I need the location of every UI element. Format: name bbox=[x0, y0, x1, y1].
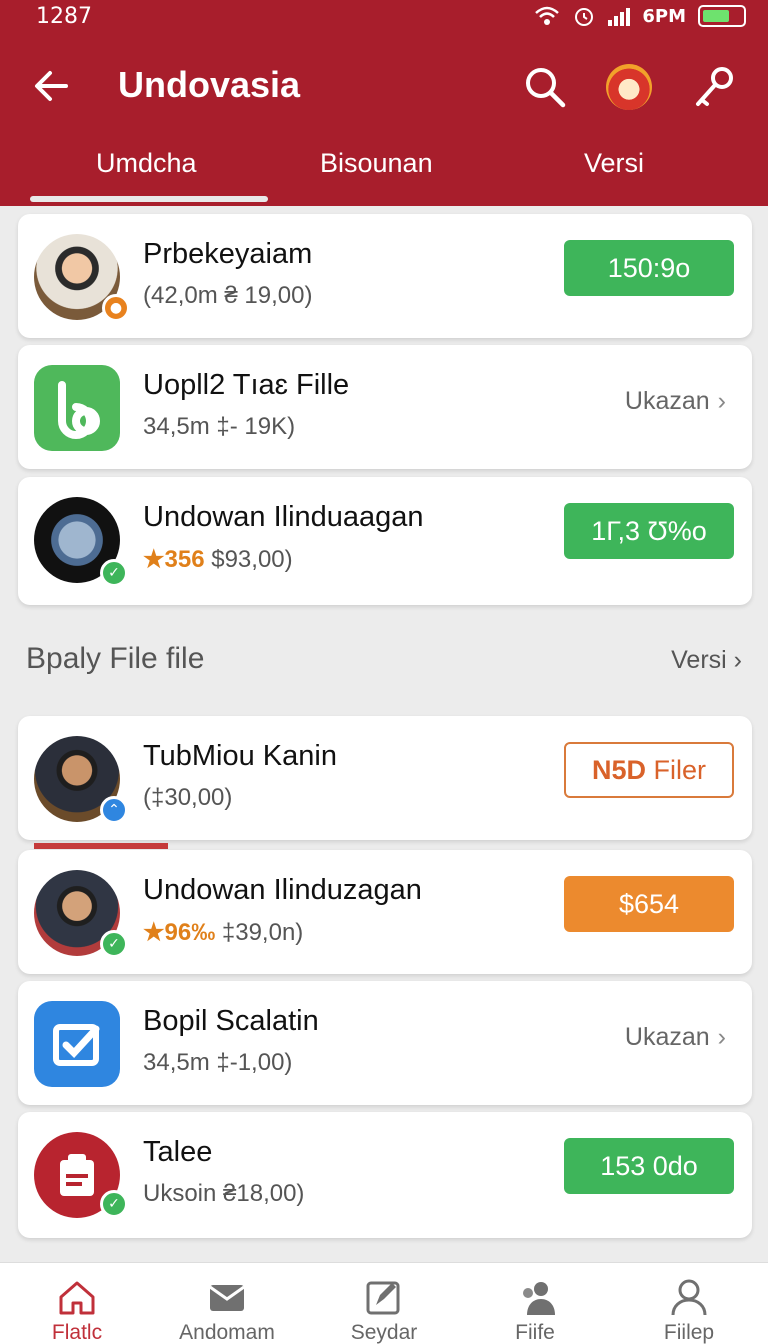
signal-icon bbox=[608, 6, 631, 26]
nav-item-home[interactable]: Flatlc bbox=[2, 1263, 152, 1344]
action-button[interactable]: N5D Filer bbox=[564, 742, 734, 798]
nav-label: Fiilep bbox=[663, 1321, 715, 1344]
item-price: ‡39,0n) bbox=[221, 919, 304, 946]
nav-label: Flatlc bbox=[51, 1321, 103, 1344]
item-subtitle: (‡30,00) bbox=[143, 784, 233, 811]
verified-badge: ✓ bbox=[100, 930, 128, 958]
item-subtitle: 34,5m ‡-1,00) bbox=[143, 1049, 293, 1076]
chevron-right-icon: › bbox=[733, 646, 742, 674]
people-icon bbox=[523, 1282, 555, 1315]
item-subtitle: (42,0m ₴ 19,00) bbox=[143, 282, 313, 309]
item-name: Undowan Ilinduaagan bbox=[143, 501, 424, 533]
nav-label: Andomam bbox=[179, 1321, 275, 1344]
edit-check-icon bbox=[53, 1024, 100, 1066]
nav-label: Fiife bbox=[515, 1321, 555, 1344]
progress-bar bbox=[34, 843, 168, 849]
search-button[interactable] bbox=[522, 64, 568, 110]
status-time: 1287 bbox=[36, 4, 92, 29]
mail-icon bbox=[209, 1285, 245, 1311]
nav-item-fiife[interactable]: Fiife bbox=[460, 1263, 610, 1344]
link-label: Ukazan bbox=[624, 1023, 710, 1051]
key-icon bbox=[696, 67, 733, 106]
nav-label: Seydar bbox=[350, 1321, 418, 1344]
item-price: $93,00) bbox=[211, 546, 293, 573]
button-bold-label: N5D bbox=[591, 755, 646, 785]
list-item[interactable]: ✓ Undowan Ilinduzagan ★96‰ ‡39,0n) $654 bbox=[18, 850, 752, 974]
avatar[interactable] bbox=[606, 64, 652, 110]
search-icon bbox=[526, 68, 566, 108]
item-subtitle: ★356 $93,00) bbox=[143, 545, 293, 574]
person-icon bbox=[671, 1279, 707, 1316]
action-link[interactable]: Ukazan › bbox=[625, 1023, 726, 1052]
nav-item-andomam[interactable]: Andomam bbox=[152, 1263, 302, 1344]
item-subtitle: ★96‰ ‡39,0n) bbox=[143, 918, 303, 947]
list-item[interactable]: ✓ Undowan Ilinduaagan ★356 $93,00) 1Г,3 … bbox=[18, 477, 752, 605]
app-icon bbox=[34, 365, 120, 451]
network-label: 6PM bbox=[642, 5, 686, 27]
action-button[interactable]: 1Г,3 Ʊ%о bbox=[564, 503, 734, 559]
app-icon bbox=[34, 1001, 120, 1087]
item-name: Bopil Scalatin bbox=[143, 1005, 319, 1037]
bottom-navigation: Flatlc Andomam Seydar Fiife Fiilep bbox=[0, 1262, 768, 1344]
edit-icon bbox=[366, 1281, 400, 1315]
home-icon bbox=[59, 1281, 95, 1315]
nav-item-seydar[interactable]: Seydar bbox=[309, 1263, 459, 1344]
link-label: Ukazan bbox=[624, 387, 710, 415]
item-subtitle: 34,5m ‡- 19K) bbox=[143, 413, 296, 440]
tab-bisounan[interactable]: Bisounan bbox=[320, 148, 433, 179]
tab-versi[interactable]: Versi bbox=[584, 148, 644, 179]
list-item[interactable]: ✓ Talee Uksoin ₴18,00) 153 0dо bbox=[18, 1112, 752, 1238]
list-item[interactable]: Bopil Scalatin 34,5m ‡-1,00) Ukazan › bbox=[18, 981, 752, 1105]
b-logo-icon bbox=[58, 381, 100, 439]
status-bar: 1287 6PM bbox=[0, 0, 768, 36]
battery-icon bbox=[698, 5, 746, 27]
back-button[interactable] bbox=[30, 64, 74, 108]
item-name: Talee bbox=[143, 1136, 213, 1168]
rating: ★356 bbox=[143, 546, 205, 573]
verified-badge: ✓ bbox=[100, 559, 128, 587]
key-button[interactable] bbox=[690, 64, 736, 110]
item-name: Prbekeyaiam bbox=[143, 238, 313, 270]
chevron-right-icon: › bbox=[717, 387, 726, 415]
item-name: Undowan Ilinduzagan bbox=[143, 874, 422, 906]
status-icons: 6PM bbox=[534, 4, 746, 28]
chevron-right-icon: › bbox=[717, 1023, 726, 1051]
item-name: Uopll2 Tıaɛ Fille bbox=[143, 369, 350, 401]
list-item[interactable]: ● Prbekeyaiam (42,0m ₴ 19,00) 150:9о bbox=[18, 214, 752, 338]
active-tab-indicator bbox=[30, 196, 268, 202]
status-badge: ● bbox=[102, 294, 130, 322]
page-title: Undovasia bbox=[118, 64, 301, 105]
section-link-label: Versi bbox=[671, 646, 727, 674]
verified-badge: ✓ bbox=[100, 1190, 128, 1218]
toolbar: Undovasia bbox=[0, 50, 768, 122]
wifi-icon bbox=[535, 6, 560, 25]
action-button[interactable]: 153 0dо bbox=[564, 1138, 734, 1194]
section-title: Bpaly File file bbox=[26, 642, 205, 675]
alarm-icon bbox=[575, 8, 594, 26]
tab-umdcha[interactable]: Umdcha bbox=[96, 148, 197, 179]
status-badge: ⌃ bbox=[100, 796, 128, 824]
nav-item-fiilep[interactable]: Fiilep bbox=[614, 1263, 764, 1344]
section-link[interactable]: Versi › bbox=[671, 646, 742, 675]
button-label: Filer bbox=[653, 755, 707, 785]
list-item[interactable]: ⌃ TubMiou Kanin (‡30,00) N5D Filer bbox=[18, 716, 752, 840]
back-arrow-icon bbox=[35, 71, 68, 101]
action-button[interactable]: $654 bbox=[564, 876, 734, 932]
list-item[interactable]: Uopll2 Tıaɛ Fille 34,5m ‡- 19K) Ukazan › bbox=[18, 345, 752, 469]
item-subtitle: Uksoin ₴18,00) bbox=[143, 1180, 305, 1207]
action-button[interactable]: 150:9о bbox=[564, 240, 734, 296]
app-bar: 1287 6PM Undovasia Umdcha Bisounan Versi bbox=[0, 0, 768, 206]
action-link[interactable]: Ukazan › bbox=[625, 387, 726, 416]
rating: ★96‰ bbox=[143, 919, 216, 946]
item-name: TubMiou Kanin bbox=[143, 740, 337, 772]
